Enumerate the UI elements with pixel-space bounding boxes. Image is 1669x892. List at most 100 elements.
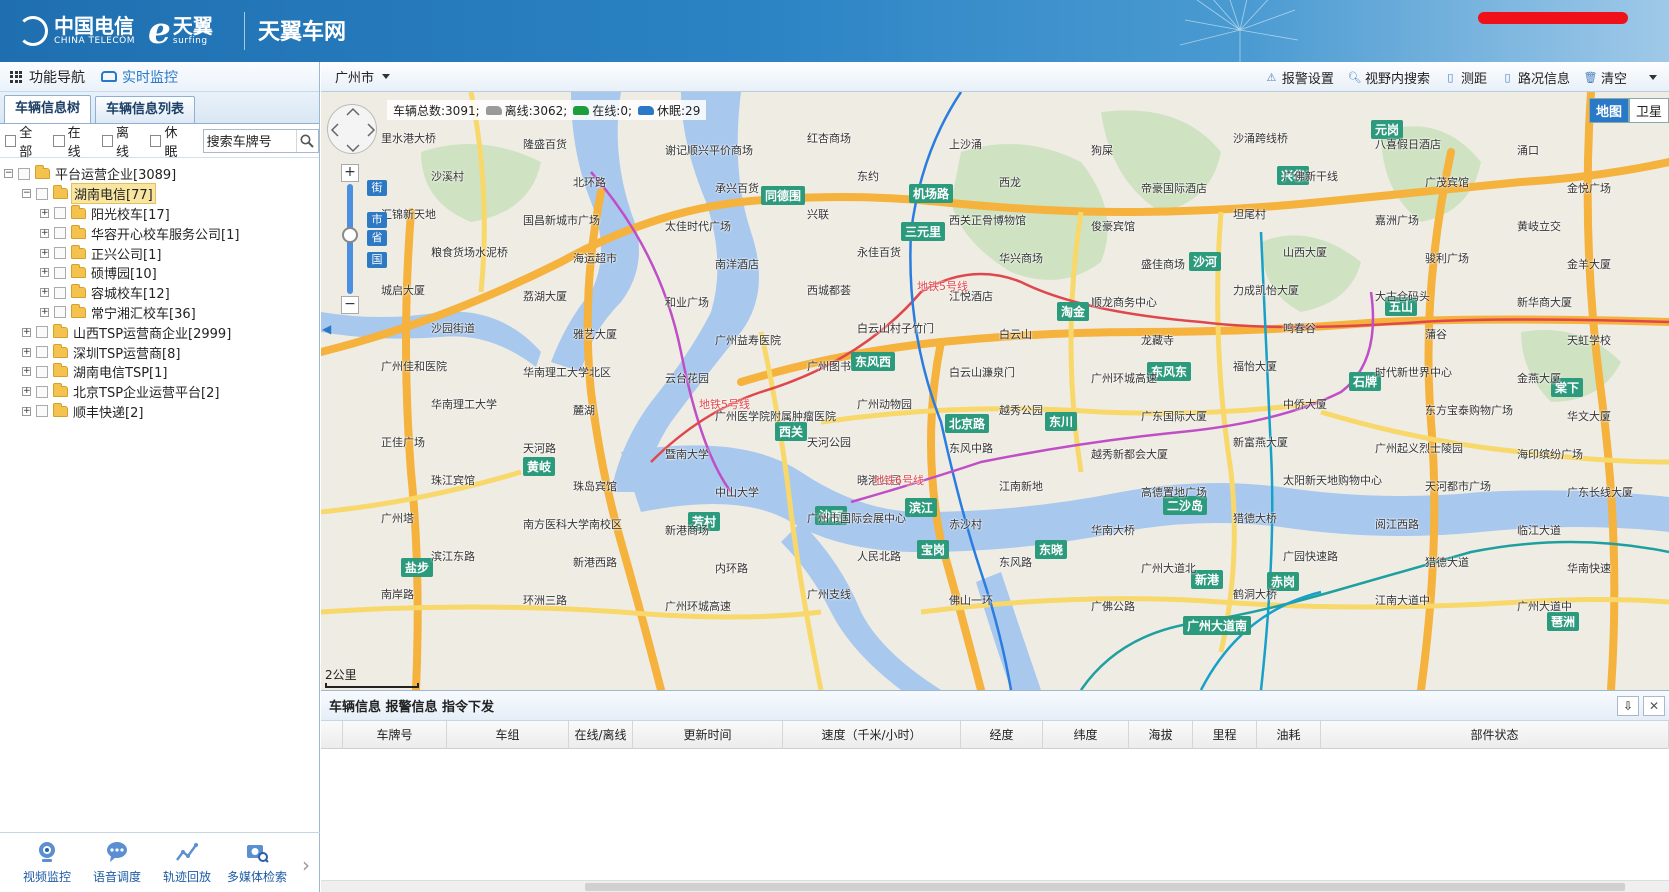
metro-station-label[interactable]: 琶洲 — [1547, 612, 1580, 631]
tree-node-checkbox[interactable] — [36, 405, 48, 418]
tree-node-checkbox[interactable] — [54, 286, 66, 299]
map-type-map[interactable]: 地图 — [1588, 98, 1629, 123]
zoom-control[interactable]: + − — [341, 164, 359, 314]
collapse-icon[interactable]: − — [4, 169, 13, 179]
horizontal-scrollbar[interactable] — [321, 880, 1669, 892]
metro-station-label[interactable]: 黄岐 — [523, 457, 556, 476]
traffic-info-button[interactable]: ▯ 路况信息 — [1501, 68, 1570, 87]
plate-search-input[interactable]: 搜索车牌号 — [202, 128, 319, 153]
video-monitor-button[interactable]: 视频监控 — [12, 840, 82, 885]
close-icon[interactable]: ✕ — [1643, 696, 1665, 716]
alarm-settings-button[interactable]: ⚠ 报警设置 — [1265, 68, 1333, 87]
expand-icon[interactable]: + — [22, 406, 31, 416]
tree-node[interactable]: + 正兴公司[1] — [4, 243, 319, 263]
tree-node-label[interactable]: 山西TSP运营商企业[2999] — [71, 323, 233, 342]
info-panel-title[interactable]: 车辆信息 报警信息 指令下发 — [329, 696, 494, 715]
scrollbar-thumb[interactable] — [585, 883, 1625, 891]
metro-station-label[interactable]: 东晓 — [1035, 540, 1068, 559]
column-header[interactable]: 速度（千米/小时） — [783, 720, 961, 749]
collapse-icon[interactable]: − — [22, 189, 31, 199]
metro-station-label[interactable]: 北京路 — [945, 414, 990, 433]
filter-all-checkbox[interactable] — [5, 134, 17, 147]
tab-vehicle-tree[interactable]: 车辆信息树 — [4, 95, 92, 123]
tree-node[interactable]: + 华容开心校车服务公司[1] — [4, 223, 319, 243]
metro-station-label[interactable]: 盐步 — [401, 558, 434, 577]
metro-station-label[interactable]: 宝岗 — [917, 540, 950, 559]
column-header[interactable]: 海拔 — [1129, 720, 1193, 749]
expand-icon[interactable]: + — [40, 208, 49, 218]
map-canvas[interactable]: 同德围 机场路 三元里 沙河 淘金 五山 东风西 东风东 石牌 北京路 东川 西关 黄岐 芳村 沙面 滨江 宝岗… — [321, 92, 1669, 690]
column-header[interactable]: 部件状态 — [1321, 720, 1669, 749]
tree-node[interactable]: + 常宁湘汇校车[36] — [4, 303, 319, 323]
zoom-in-button[interactable]: + — [341, 164, 359, 182]
search-in-view-button[interactable]: 🔍︎ 视野内搜索 — [1347, 68, 1430, 87]
tree-node-checkbox[interactable] — [36, 385, 48, 398]
zoom-level-city[interactable]: 市 — [367, 212, 387, 228]
tree-node[interactable]: + 硕博园[10] — [4, 263, 319, 283]
filter-sleep[interactable]: 休眠 — [150, 122, 188, 160]
track-playback-button[interactable]: 轨迹回放 — [152, 840, 222, 885]
expand-icon[interactable]: + — [22, 367, 31, 377]
metro-station-label[interactable]: 东川 — [1045, 412, 1078, 431]
tree-node-checkbox[interactable] — [36, 365, 48, 378]
tree-node-label[interactable]: 华容开心校车服务公司[1] — [89, 224, 241, 243]
tree-node-label[interactable]: 正兴公司[1] — [89, 244, 163, 263]
metro-station-label[interactable]: 广州大道南 — [1183, 616, 1252, 635]
measure-distance-button[interactable]: ▯ 测距 — [1444, 68, 1487, 87]
metro-station-label[interactable]: 东风西 — [851, 352, 896, 371]
tree-node-label[interactable]: 湖南电信TSP[1] — [71, 362, 169, 381]
tree-node-label[interactable]: 湖南电信[77] — [71, 183, 156, 205]
tree-node-checkbox[interactable] — [54, 266, 66, 279]
city-select[interactable]: 广州市 — [335, 67, 391, 86]
column-header[interactable]: 纬度 — [1043, 720, 1129, 749]
tree-node[interactable]: + 北京TSP企业运营平台[2] — [4, 382, 319, 402]
expand-icon[interactable]: + — [22, 347, 31, 357]
metro-station-label[interactable]: 机场路 — [909, 184, 954, 203]
more-dropdown[interactable] — [1641, 74, 1657, 80]
filter-online-checkbox[interactable] — [53, 134, 65, 147]
expand-icon[interactable]: + — [22, 327, 31, 337]
metro-station-label[interactable]: 西关 — [775, 422, 808, 441]
tree-node-checkbox[interactable] — [18, 167, 30, 180]
tree-node-checkbox[interactable] — [54, 247, 66, 260]
metro-station-label[interactable]: 同德围 — [761, 186, 806, 205]
tree-node-label[interactable]: 北京TSP企业运营平台[2] — [71, 382, 221, 401]
zoom-level-street[interactable]: 街 — [367, 180, 387, 196]
tree-node-checkbox[interactable] — [54, 227, 66, 240]
column-header[interactable]: 更新时间 — [633, 720, 783, 749]
filter-all[interactable]: 全部 — [5, 122, 43, 160]
tree-node-label[interactable]: 顺丰快递[2] — [71, 402, 145, 421]
tree-node-checkbox[interactable] — [54, 306, 66, 319]
pan-control[interactable] — [327, 104, 377, 154]
chevron-right-icon[interactable]: › — [302, 853, 310, 877]
zoom-slider[interactable] — [342, 184, 358, 294]
clear-button[interactable]: 🗑︎ 清空 — [1584, 68, 1628, 87]
tree-node[interactable]: + 阳光校车[17] — [4, 204, 319, 224]
column-header[interactable]: 车牌号 — [343, 720, 447, 749]
tree-node-label[interactable]: 平台运营企业[3089] — [53, 164, 178, 183]
expand-icon[interactable]: + — [40, 268, 49, 278]
column-header[interactable]: 油耗 — [1257, 720, 1321, 749]
metro-station-label[interactable]: 滨江 — [905, 498, 938, 517]
expand-icon[interactable]: + — [40, 248, 49, 258]
voice-dispatch-button[interactable]: 语音调度 — [82, 840, 152, 885]
filter-offline-checkbox[interactable] — [101, 134, 114, 147]
filter-offline[interactable]: 离线 — [101, 122, 140, 160]
expand-icon[interactable]: + — [40, 288, 49, 298]
collapse-sidebar-icon[interactable]: ◀ — [322, 322, 332, 342]
expand-icon[interactable]: + — [40, 307, 49, 317]
expand-icon[interactable]: + — [22, 387, 31, 397]
tree-node-label[interactable]: 常宁湘汇校车[36] — [89, 303, 198, 322]
map-type-satellite[interactable]: 卫星 — [1628, 98, 1669, 123]
tab-vehicle-list[interactable]: 车辆信息列表 — [95, 96, 196, 123]
tree-node[interactable]: − 平台运营企业[3089] — [4, 164, 319, 184]
tree-node-label[interactable]: 深圳TSP运营商[8] — [71, 343, 182, 362]
zoom-level-province[interactable]: 省 — [367, 230, 387, 246]
metro-station-label[interactable]: 沙河 — [1189, 252, 1222, 271]
tree-node[interactable]: + 山西TSP运营商企业[2999] — [4, 322, 319, 342]
tree-node-label[interactable]: 容城校车[12] — [89, 283, 172, 302]
tree-node[interactable]: + 深圳TSP运营商[8] — [4, 342, 319, 362]
collapse-panel-icon[interactable]: ⇩ — [1617, 696, 1639, 716]
expand-icon[interactable]: + — [40, 228, 49, 238]
tree-node[interactable]: − 湖南电信[77] — [4, 183, 319, 205]
